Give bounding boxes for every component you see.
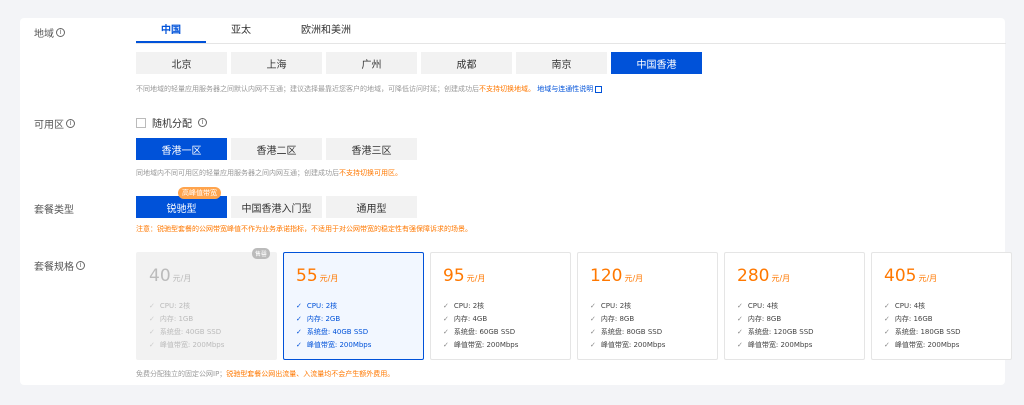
- card-price: 405 元/月: [884, 266, 938, 286]
- card-specs: CPU: 4核 内存: 16GB 系统盘: 180GB SSD 峰值带宽: 20…: [884, 300, 999, 352]
- package-spec-cards: 售罄 40元/月 CPU: 2核 内存: 1GB 系统盘: 40GB SSD 峰…: [136, 248, 1012, 360]
- spec-memory: 内存: 8GB: [737, 313, 852, 326]
- random-assign-checkbox[interactable]: 随机分配 i: [136, 115, 207, 130]
- card-price: 280 元/月: [737, 266, 791, 286]
- type-general[interactable]: 通用型: [326, 196, 417, 218]
- spec-cpu: CPU: 4核: [884, 300, 999, 313]
- external-link-icon[interactable]: [595, 85, 603, 93]
- package-type-label: 套餐类型: [34, 205, 74, 216]
- package-spec-label: 套餐规格 i: [34, 258, 85, 273]
- city-guangzhou[interactable]: 广州: [326, 52, 417, 74]
- spec-cpu: CPU: 2核: [149, 300, 264, 313]
- tab-china[interactable]: 中国: [136, 18, 206, 43]
- spec-bandwidth: 峰值带宽: 200Mbps: [590, 339, 705, 352]
- region-connectivity-link[interactable]: 地域与连通性说明: [537, 85, 593, 93]
- soldout-badge: 售罄: [251, 248, 270, 259]
- spec-cpu: CPU: 2核: [443, 300, 558, 313]
- spec-bandwidth: 峰值带宽: 200Mbps: [737, 339, 852, 352]
- spec-memory: 内存: 16GB: [884, 313, 999, 326]
- spec-card[interactable]: 95元/月 CPU: 2核 内存: 4GB 系统盘: 60GB SSD 峰值带宽…: [430, 252, 571, 360]
- card-specs: CPU: 2核 内存: 2GB 系统盘: 40GB SSD 峰值带宽: 200M…: [296, 300, 411, 352]
- zone-hk-1[interactable]: 香港一区: [136, 138, 227, 160]
- spec-cpu: CPU: 2核: [590, 300, 705, 313]
- card-specs: CPU: 2核 内存: 4GB 系统盘: 60GB SSD 峰值带宽: 200M…: [443, 300, 558, 352]
- checkbox-icon[interactable]: [136, 117, 146, 128]
- spec-disk: 系统盘: 40GB SSD: [296, 326, 411, 339]
- spec-bandwidth: 峰值带宽: 200Mbps: [884, 339, 999, 352]
- spec-memory: 内存: 4GB: [443, 313, 558, 326]
- type-hk-starter[interactable]: 中国香港入门型: [231, 196, 322, 218]
- info-icon[interactable]: i: [66, 119, 75, 128]
- card-specs: CPU: 2核 内存: 8GB 系统盘: 80GB SSD 峰值带宽: 200M…: [590, 300, 705, 352]
- tab-europe-america[interactable]: 欧洲和美洲: [276, 18, 376, 43]
- spec-memory: 内存: 2GB: [296, 313, 411, 326]
- city-chengdu[interactable]: 成都: [421, 52, 512, 74]
- info-icon[interactable]: i: [76, 261, 85, 270]
- spec-disk: 系统盘: 180GB SSD: [884, 326, 999, 339]
- city-options: 北京 上海 广州 成都 南京 中国香港: [136, 52, 702, 74]
- info-icon[interactable]: i: [198, 118, 207, 127]
- spec-bandwidth: 峰值带宽: 200Mbps: [149, 339, 264, 352]
- city-beijing[interactable]: 北京: [136, 52, 227, 74]
- city-hongkong[interactable]: 中国香港: [611, 52, 702, 74]
- type-ruichi[interactable]: 高峰值带宽 锐驰型: [136, 187, 227, 218]
- spec-card[interactable]: 120元/月 CPU: 2核 内存: 8GB 系统盘: 80GB SSD 峰值带…: [577, 252, 718, 360]
- zone-hk-3[interactable]: 香港三区: [326, 138, 417, 160]
- card-price: 55 元/月: [296, 266, 339, 286]
- spec-memory: 内存: 1GB: [149, 313, 264, 326]
- card-specs: CPU: 4核 内存: 8GB 系统盘: 120GB SSD 峰值带宽: 200…: [737, 300, 852, 352]
- city-nanjing[interactable]: 南京: [516, 52, 607, 74]
- spec-card[interactable]: 405元/月 CPU: 4核 内存: 16GB 系统盘: 180GB SSD 峰…: [871, 252, 1012, 360]
- purchase-config-panel: 地域 i 中国 亚太 欧洲和美洲 北京 上海 广州 成都 南京 中国香港 不同地…: [20, 18, 1012, 385]
- region-label: 地域 i: [34, 25, 65, 40]
- spec-cpu: CPU: 4核: [737, 300, 852, 313]
- spec-bandwidth: 峰值带宽: 200Mbps: [296, 339, 411, 352]
- zone-options: 香港一区 香港二区 香港三区: [136, 138, 417, 160]
- info-icon[interactable]: i: [56, 28, 65, 37]
- card-price: 120 元/月: [590, 266, 644, 286]
- zone-hk-2[interactable]: 香港二区: [231, 138, 322, 160]
- package-type-notice: 注意：锐驰型套餐的公网带宽峰值不作为业务承诺指标，不适用于对公网带宽的稳定性有强…: [136, 225, 472, 233]
- high-bandwidth-badge: 高峰值带宽: [178, 187, 221, 199]
- spec-card[interactable]: 55元/月 CPU: 2核 内存: 2GB 系统盘: 40GB SSD 峰值带宽…: [283, 252, 424, 360]
- spec-memory: 内存: 8GB: [590, 313, 705, 326]
- zone-hint: 同地域内不同可用区的轻量应用服务器之间内网互通；创建成功后不支持切换可用区。: [136, 169, 402, 177]
- package-spec-footer: 免费分配独立的固定公网IP；锐驰型套餐公网出流量、入流量均不会产生额外费用。: [136, 370, 395, 378]
- spec-disk: 系统盘: 40GB SSD: [149, 326, 264, 339]
- city-shanghai[interactable]: 上海: [231, 52, 322, 74]
- region-tabs: 中国 亚太 欧洲和美洲: [136, 18, 1006, 44]
- spec-disk: 系统盘: 60GB SSD: [443, 326, 558, 339]
- card-price: 95 元/月: [443, 266, 486, 286]
- region-hint: 不同地域的轻量应用服务器之间默认内网不互通；建议选择最靠近您客户的地域，可降低访…: [136, 84, 603, 94]
- package-type-options: 高峰值带宽 锐驰型 中国香港入门型 通用型: [136, 187, 417, 218]
- spec-cpu: CPU: 2核: [296, 300, 411, 313]
- card-price: 40 元/月: [149, 266, 192, 286]
- card-specs: CPU: 2核 内存: 1GB 系统盘: 40GB SSD 峰值带宽: 200M…: [149, 300, 264, 352]
- tab-asia-pacific[interactable]: 亚太: [206, 18, 276, 43]
- spec-card[interactable]: 280元/月 CPU: 4核 内存: 8GB 系统盘: 120GB SSD 峰值…: [724, 252, 865, 360]
- spec-card[interactable]: 售罄 40元/月 CPU: 2核 内存: 1GB 系统盘: 40GB SSD 峰…: [136, 248, 277, 360]
- spec-bandwidth: 峰值带宽: 200Mbps: [443, 339, 558, 352]
- spec-disk: 系统盘: 80GB SSD: [590, 326, 705, 339]
- spec-disk: 系统盘: 120GB SSD: [737, 326, 852, 339]
- zone-label: 可用区 i: [34, 116, 75, 131]
